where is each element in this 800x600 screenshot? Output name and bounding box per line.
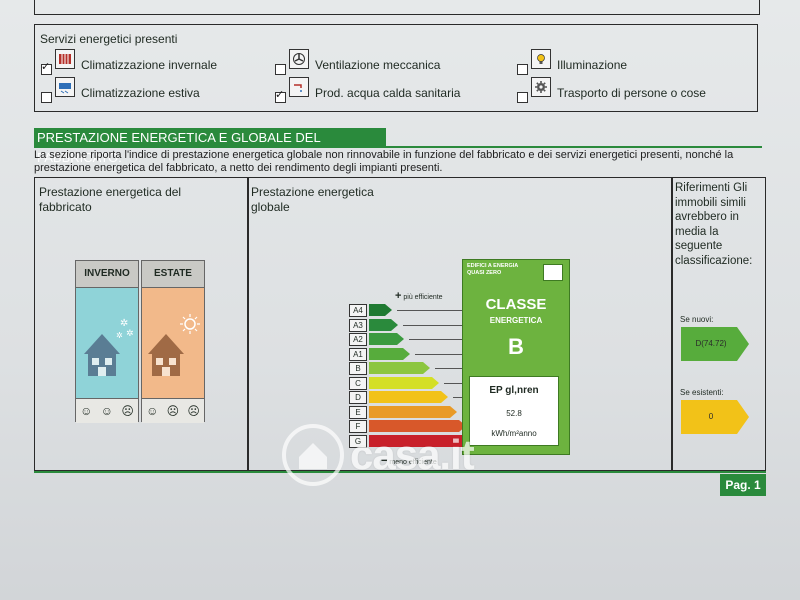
nzeb-label: EDIFICI A ENERGIA QUASI ZERO bbox=[467, 263, 519, 276]
section-title: PRESTAZIONE ENERGETICA E GLOBALE DEL FAB… bbox=[34, 128, 386, 165]
energy-class-bar bbox=[369, 376, 439, 389]
summer-label: ESTATE bbox=[142, 261, 204, 288]
faucet-icon bbox=[289, 77, 309, 97]
neutral-face-icon: ☹ bbox=[166, 404, 180, 418]
service-lighting: Illuminazione bbox=[517, 49, 628, 75]
sad-face-icon: ☹ bbox=[121, 404, 134, 418]
plus-icon: + bbox=[395, 290, 402, 302]
energy-class-badge: EDIFICI A ENERGIA QUASI ZERO CLASSE ENER… bbox=[462, 259, 570, 455]
more-efficient-label: + più efficiente bbox=[395, 290, 443, 302]
service-summer-cooling: Climatizzazione estiva bbox=[41, 77, 200, 103]
svg-text:✲: ✲ bbox=[126, 329, 134, 339]
ventilation-checkbox[interactable] bbox=[275, 63, 286, 75]
energy-class-bar bbox=[369, 405, 457, 418]
classe-title: CLASSE bbox=[485, 296, 547, 313]
neutral-face-icon: ☺ bbox=[100, 404, 113, 418]
column-divider bbox=[247, 178, 249, 470]
energy-class-label: A4 bbox=[349, 304, 367, 317]
ep-label: EP gl,nren bbox=[489, 385, 539, 396]
service-label: Illuminazione bbox=[557, 58, 628, 72]
classe-subtitle: ENERGETICA bbox=[489, 316, 543, 325]
ep-value: 52.8 bbox=[506, 409, 522, 418]
new-buildings-label: Se nuovi: bbox=[680, 315, 714, 324]
lightbulb-icon bbox=[531, 49, 551, 69]
summer-cooling-checkbox[interactable] bbox=[41, 91, 52, 103]
page-number: Pag. 1 bbox=[720, 474, 766, 496]
globale-title: Prestazione energetica globale bbox=[251, 185, 374, 214]
service-winter-heating: Climatizzazione invernale bbox=[41, 49, 218, 75]
summer-panel: ESTATE ☺ ☹ ☹ bbox=[141, 260, 205, 423]
winter-rating-faces: ☺ ☺ ☹ bbox=[76, 398, 138, 423]
previous-section-box bbox=[34, 0, 760, 15]
transport-checkbox[interactable] bbox=[517, 91, 528, 103]
watermark-text: casa.it bbox=[350, 431, 475, 478]
new-buildings-class-arrow: D(74.72) bbox=[681, 327, 749, 361]
happy-face-icon: ☺ bbox=[146, 404, 159, 418]
existing-buildings-value: 0 bbox=[708, 412, 714, 421]
gear-icon bbox=[531, 77, 551, 97]
summer-house-icon bbox=[142, 288, 204, 398]
service-label: Prod. acqua calda sanitaria bbox=[315, 86, 461, 100]
section-description: La sezione riporta l'indice di prestazio… bbox=[34, 149, 734, 174]
energy-class-label: A2 bbox=[349, 333, 367, 346]
energy-class-bar bbox=[369, 304, 392, 316]
sad-face-icon: ☹ bbox=[187, 404, 200, 418]
happy-face-icon: ☺ bbox=[80, 404, 93, 418]
document-page: Servizi energetici presenti Climatizzazi… bbox=[0, 0, 800, 600]
service-label: Climatizzazione invernale bbox=[81, 58, 218, 72]
service-label: Ventilazione meccanica bbox=[315, 58, 441, 72]
energy-class-label: B bbox=[349, 362, 367, 375]
section-divider bbox=[34, 146, 762, 148]
svg-text:✲: ✲ bbox=[116, 331, 123, 340]
existing-buildings-label: Se esistenti: bbox=[680, 388, 724, 397]
energy-class-bar bbox=[369, 391, 448, 403]
air-conditioner-icon bbox=[55, 77, 75, 97]
existing-buildings-class-arrow: 0 bbox=[681, 400, 749, 434]
energy-class-label: C bbox=[349, 376, 367, 390]
winter-house-icon: ✲ ✲ ✲ bbox=[76, 288, 138, 398]
winter-label: INVERNO bbox=[76, 261, 138, 288]
winter-panel: INVERNO ✲ ✲ ✲ ☺ ☺ ☹ bbox=[75, 260, 139, 423]
radiator-icon bbox=[55, 49, 75, 69]
service-hot-water: Prod. acqua calda sanitaria bbox=[275, 77, 461, 103]
ep-unit: kWh/m²anno bbox=[491, 429, 537, 438]
services-panel: Servizi energetici presenti Climatizzazi… bbox=[34, 24, 758, 112]
energy-class-letter: B bbox=[508, 334, 524, 359]
energy-class-label: D bbox=[349, 391, 367, 404]
ep-index-box: EP gl,nren 52.8 kWh/m²anno bbox=[469, 376, 559, 446]
energy-class-label: A1 bbox=[349, 347, 367, 361]
fabbricato-title: Prestazione energetica del fabbricato bbox=[39, 185, 182, 214]
fan-icon bbox=[289, 49, 309, 69]
energy-class-label: E bbox=[349, 405, 367, 419]
new-buildings-value: D(74.72) bbox=[695, 339, 727, 348]
service-label: Climatizzazione estiva bbox=[81, 86, 200, 100]
references-title: Riferimenti Gli immobili simili avrebber… bbox=[675, 182, 753, 267]
energy-class-bar bbox=[369, 362, 430, 374]
energy-class-bar bbox=[369, 333, 404, 345]
casa-it-watermark: casa.it bbox=[282, 424, 475, 486]
service-mech-ventilation: Ventilazione meccanica bbox=[275, 49, 441, 75]
nzeb-checkbox bbox=[543, 264, 563, 281]
energy-class-label: A3 bbox=[349, 318, 367, 332]
service-label: Trasporto di persone o cose bbox=[557, 86, 706, 100]
hot-water-checkbox[interactable] bbox=[275, 88, 286, 103]
energy-class-bar bbox=[369, 347, 410, 360]
column-divider bbox=[671, 178, 673, 470]
summer-rating-faces: ☺ ☹ ☹ bbox=[142, 398, 204, 423]
lighting-checkbox[interactable] bbox=[517, 63, 528, 75]
winter-heating-checkbox[interactable] bbox=[41, 60, 52, 75]
energy-class-bar bbox=[369, 318, 398, 331]
home-logo-icon bbox=[282, 424, 344, 486]
service-transport: Trasporto di persone o cose bbox=[517, 77, 706, 103]
services-title: Servizi energetici presenti bbox=[40, 32, 178, 46]
svg-text:✲: ✲ bbox=[120, 318, 128, 329]
